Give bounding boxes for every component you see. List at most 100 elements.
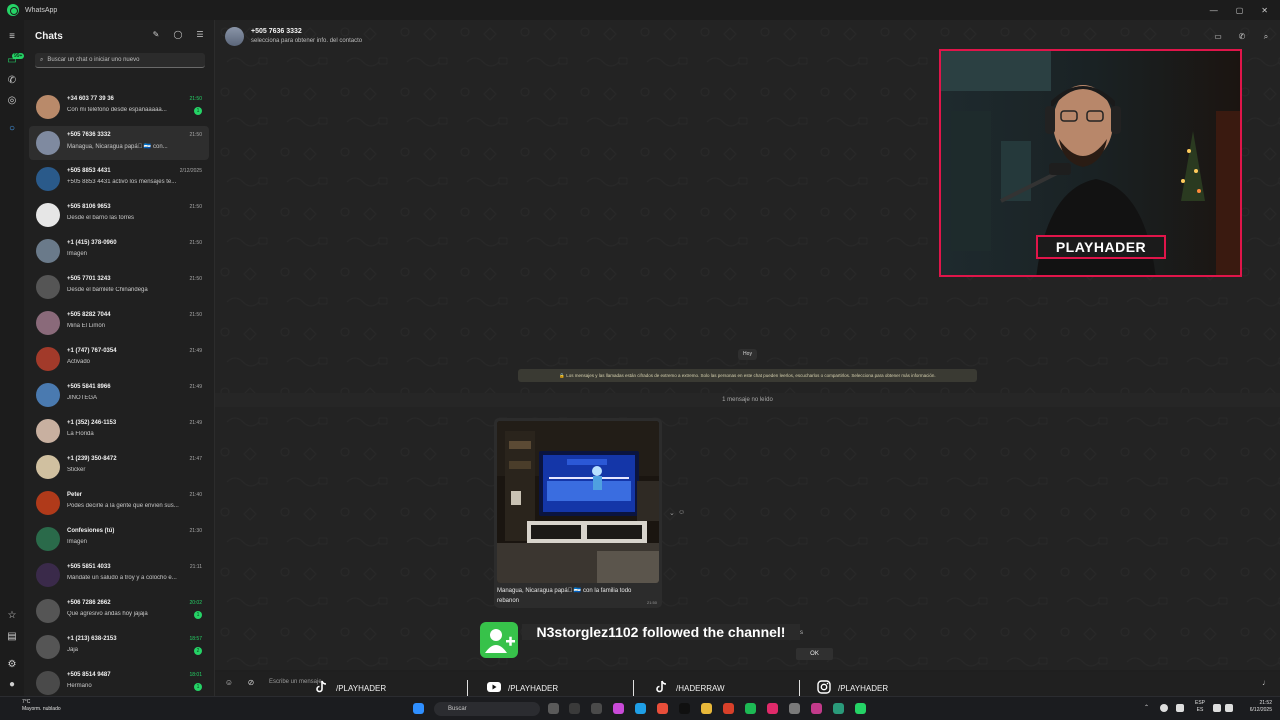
- task-view-icon[interactable]: [548, 703, 559, 714]
- starred-icon[interactable]: ☆: [6, 610, 18, 622]
- store-icon[interactable]: [833, 703, 844, 714]
- video-call-icon[interactable]: ▭: [1213, 32, 1223, 42]
- attach-icon[interactable]: ⊘: [246, 678, 256, 688]
- chat-time: 18:01: [189, 672, 202, 678]
- chat-list-item[interactable]: +34 603 77 39 36 21:50 Con mi teléfono des…: [29, 90, 209, 124]
- browser-app-icon[interactable]: [789, 703, 800, 714]
- network-icon[interactable]: [1176, 704, 1184, 712]
- chat-preview: Hermano: [67, 683, 92, 689]
- chat-preview: Mina El Limón: [67, 323, 106, 329]
- chat-list-item[interactable]: +505 8853 4431 2/12/2025 +505 8853 4431 ac…: [29, 162, 209, 196]
- file-explorer-icon[interactable]: [701, 703, 712, 714]
- chat-list-item[interactable]: +505 5841 8966 21:49 JINOTEGA: [29, 378, 209, 412]
- chat-time: 21:40: [189, 492, 202, 498]
- chat-list-item[interactable]: +1 (213) 638-2153 18:57 Jaja 2: [29, 630, 209, 664]
- chat-avatar: [36, 131, 60, 155]
- chat-list-item[interactable]: +506 7286 2662 20:02 Que agresivo andas ho…: [29, 594, 209, 628]
- message-input[interactable]: Escribe un mensaje: [269, 679, 322, 685]
- maximize-button[interactable]: ▢: [1236, 6, 1244, 15]
- chat-preview: Desde el bamlete Chinandega: [67, 287, 148, 293]
- taskbar-search[interactable]: Buscar: [434, 702, 540, 716]
- minimize-button[interactable]: —: [1210, 6, 1218, 15]
- chat-name: +505 8514 9487: [67, 672, 111, 678]
- chrome-icon[interactable]: [657, 703, 668, 714]
- contact-name[interactable]: +505 7636 3332: [251, 28, 302, 35]
- language-indicator[interactable]: ESP ES: [1195, 700, 1205, 714]
- whatsapp-taskbar-icon[interactable]: [855, 703, 866, 714]
- weather-widget[interactable]: 7°C Mayorm. nublado: [8, 699, 61, 713]
- message-caption: Managua, Nicaragua papá🏻 🇳🇮 con la famil…: [497, 588, 632, 604]
- filter-icon[interactable]: ☰: [195, 30, 205, 40]
- archive-icon[interactable]: ▤: [6, 631, 18, 643]
- contact-subtitle: selecciona para obtener info. del contac…: [251, 38, 363, 44]
- spotify-icon[interactable]: [745, 703, 756, 714]
- message-photo[interactable]: [497, 421, 659, 583]
- chat-list-item[interactable]: +505 5851 4033 21:11 Mándate un saludo a t…: [29, 558, 209, 592]
- message-bubble[interactable]: Managua, Nicaragua papá🏻 🇳🇮 con la famil…: [494, 418, 662, 608]
- chat-preview: Mándate un saludo a troy y a colocho e..…: [67, 575, 177, 581]
- chat-list-item[interactable]: +505 8106 9653 21:50 Desde el barrio las t…: [29, 198, 209, 232]
- cloud-icon[interactable]: [1160, 704, 1168, 712]
- media-app-icon[interactable]: [767, 703, 778, 714]
- chat-list-item[interactable]: +505 7636 3332 21:50 Managua, Nicaragua pa…: [29, 126, 209, 160]
- chat-list-item[interactable]: +1 (747) 767-0354 21:49 Activado: [29, 342, 209, 376]
- chat-list-item[interactable]: +1 (239) 350-8472 21:47 Sticker: [29, 450, 209, 484]
- chat-list-item[interactable]: +1 (352) 246-1153 21:49 La Florida: [29, 414, 209, 448]
- windows-start-icon[interactable]: [413, 703, 424, 714]
- ok-button[interactable]: OK: [796, 648, 833, 660]
- copilot-icon[interactable]: [613, 703, 624, 714]
- chat-avatar: [36, 635, 60, 659]
- chat-avatar: [36, 275, 60, 299]
- microphone-icon[interactable]: ♩: [1261, 678, 1271, 688]
- menu-icon[interactable]: ≡: [6, 31, 18, 43]
- chat-list-item[interactable]: +505 8514 9487 18:01 Hermano 1: [29, 666, 209, 700]
- chat-preview: Imagen: [67, 539, 88, 545]
- social-link-tiktok: /HADERRAW: [655, 680, 725, 696]
- voice-call-icon[interactable]: ✆: [1237, 32, 1247, 42]
- streamer-name-label: PLAYHADER: [1036, 235, 1166, 259]
- chat-preview: Activado: [67, 359, 91, 365]
- calls-icon[interactable]: ✆: [6, 75, 18, 87]
- encryption-notice[interactable]: 🔒 Los mensajes y las llamadas están cifr…: [518, 369, 977, 382]
- new-chat-icon[interactable]: ✎: [151, 30, 161, 40]
- chat-list-item[interactable]: Confesiones (tú) 21:30 Imagen: [29, 522, 209, 556]
- weather-desc: Mayorm. nublado: [22, 706, 61, 712]
- contact-avatar[interactable]: [225, 27, 244, 46]
- opera-icon[interactable]: [723, 703, 734, 714]
- chevron-down-icon[interactable]: ⌄: [669, 509, 675, 517]
- chat-list-item[interactable]: Peter 21:40 Podes decirle a la gente que e…: [29, 486, 209, 520]
- profile-avatar-icon[interactable]: ●: [6, 679, 18, 691]
- chat-name: +505 5841 8966: [67, 384, 111, 390]
- chat-time: 2/12/2025: [179, 168, 202, 174]
- close-button[interactable]: ✕: [1261, 6, 1268, 15]
- chat-list-item[interactable]: +505 8282 7044 21:50 Mina El Limón: [29, 306, 209, 340]
- unread-badge: 99+: [12, 53, 25, 59]
- widgets-icon[interactable]: [569, 703, 580, 714]
- chat-time: 21:50: [189, 132, 202, 138]
- search-input[interactable]: ⌕ Buscar un chat o iniciar uno nuevo: [35, 53, 205, 68]
- search-chat-icon[interactable]: ⌕: [1261, 32, 1271, 42]
- chatgpt-icon[interactable]: [591, 703, 602, 714]
- chat-list-item[interactable]: +1 (415) 378-0960 21:50 Imagen: [29, 234, 209, 268]
- chat-name: +1 (213) 638-2153: [67, 636, 117, 642]
- emoji-icon[interactable]: ☺: [224, 678, 234, 688]
- lang-code: ESP: [1195, 700, 1206, 706]
- settings-gear-icon[interactable]: ⚙: [6, 659, 18, 671]
- tiktok-icon: [655, 680, 669, 696]
- social-link-youtube: /PLAYHADER: [487, 680, 558, 696]
- chevron-up-icon[interactable]: ⌃: [1144, 704, 1152, 712]
- chat-time: 21:50: [189, 276, 202, 282]
- tiktok-app-icon[interactable]: [679, 703, 690, 714]
- edge-icon[interactable]: [635, 703, 646, 714]
- window-title: WhatsApp: [25, 6, 58, 14]
- follow-alert: N3storglez1102 followed the channel!: [480, 622, 800, 658]
- chat-list-item[interactable]: +505 7701 3243 21:50 Desde el bamlete Chin…: [29, 270, 209, 304]
- system-clock[interactable]: 21:52 6/12/2025: [1250, 700, 1272, 714]
- figma-icon[interactable]: [811, 703, 822, 714]
- new-status-icon[interactable]: ◯: [173, 30, 183, 40]
- volume-icon[interactable]: [1225, 704, 1233, 712]
- status-icon[interactable]: ◎: [6, 95, 18, 107]
- wifi-icon[interactable]: [1213, 704, 1221, 712]
- emoji-react-icon[interactable]: ☺: [678, 509, 685, 516]
- meta-ai-icon[interactable]: ○: [6, 123, 18, 135]
